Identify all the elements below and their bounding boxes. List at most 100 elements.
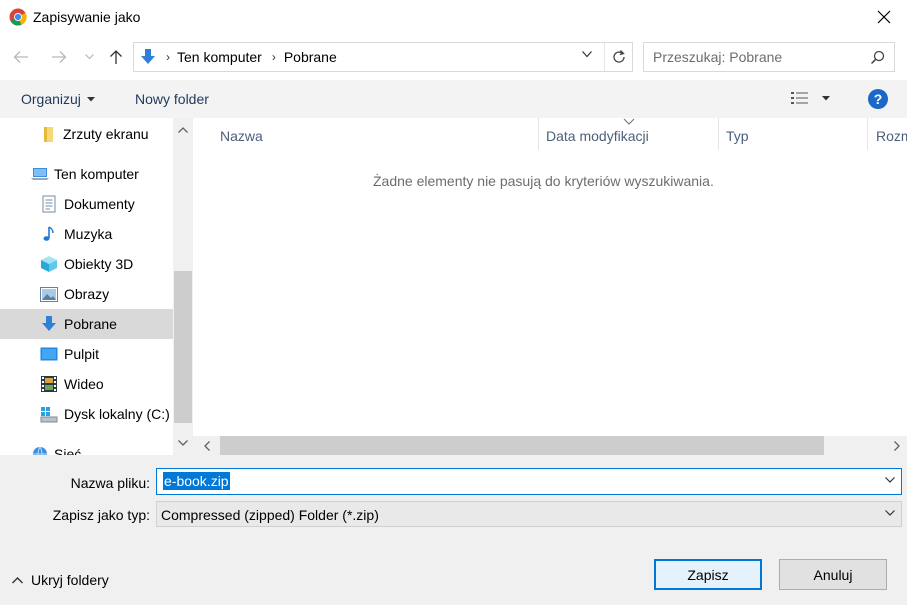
cancel-button[interactable]: Anuluj [779, 559, 887, 590]
new-folder-button[interactable]: Nowy folder [135, 91, 209, 107]
navigation-bar: › Ten komputer › Pobrane [0, 40, 907, 74]
help-button[interactable]: ? [868, 89, 888, 109]
sidebar-item-dokumenty[interactable]: Dokumenty [0, 189, 173, 219]
column-divider[interactable] [718, 118, 719, 150]
chevron-down-icon[interactable] [885, 477, 895, 483]
empty-message: Żadne elementy nie pasują do kryteriów w… [373, 173, 714, 189]
search-input[interactable] [653, 49, 853, 65]
filetype-label: Zapisz jako typ: [52, 507, 150, 523]
scroll-thumb[interactable] [220, 436, 824, 455]
scroll-up-button[interactable] [173, 120, 193, 140]
arrow-right-icon [52, 51, 67, 63]
column-header-data-modyfikacji[interactable]: Data modyfikacji [546, 118, 649, 154]
chevron-down-icon [885, 510, 895, 516]
sidebar-item-zrzuty-ekranu[interactable]: Zrzuty ekranu [0, 119, 173, 149]
column-divider[interactable] [867, 118, 868, 150]
chevron-up-icon [12, 576, 23, 583]
save-button[interactable]: Zapisz [654, 559, 762, 590]
caret-down-icon [822, 95, 830, 100]
breadcrumb-ten-komputer[interactable]: Ten komputer [177, 49, 262, 65]
music-icon [39, 224, 59, 244]
chevron-up-icon [178, 127, 188, 133]
pictures-icon [39, 284, 59, 304]
arrow-left-icon [13, 51, 28, 63]
hide-folders-label: Ukryj foldery [31, 572, 109, 588]
close-icon [877, 10, 891, 23]
file-list[interactable]: Nazwa Data modyfikacji Typ Rozm Żadne el… [193, 118, 907, 436]
back-button[interactable] [10, 46, 32, 68]
scroll-left-button[interactable] [197, 436, 217, 455]
sidebar-item-obiekty-3d[interactable]: Obiekty 3D [0, 249, 173, 279]
column-header-typ[interactable]: Typ [726, 118, 749, 154]
chevron-right-icon [894, 440, 900, 451]
filename-label: Nazwa pliku: [70, 475, 150, 491]
sidebar-item-label: Obiekty 3D [64, 256, 134, 272]
drive-icon [39, 404, 59, 424]
folder-icon [38, 124, 58, 144]
desktop-icon [39, 344, 59, 364]
arrow-up-icon [110, 50, 122, 64]
organize-label: Organizuj [21, 91, 81, 107]
sidebar-item-label: Sieć [54, 446, 82, 455]
breadcrumb-separator-icon: › [166, 50, 170, 64]
sidebar-item-wideo[interactable]: Wideo [0, 369, 173, 399]
navigation-scrollbar[interactable] [173, 118, 193, 455]
chevron-down-icon [178, 440, 188, 446]
forward-button[interactable] [48, 46, 70, 68]
recent-locations-button[interactable] [81, 46, 97, 68]
refresh-button[interactable] [604, 43, 632, 71]
file-list-hscrollbar[interactable] [193, 436, 907, 455]
filename-value[interactable]: e-book.zip [163, 472, 230, 490]
filetype-select[interactable]: Compressed (zipped) Folder (*.zip) [156, 501, 902, 527]
search-box[interactable] [643, 42, 895, 72]
close-button[interactable] [861, 0, 907, 33]
chevron-down-icon [84, 54, 94, 60]
organize-button[interactable]: Organizuj [21, 91, 95, 107]
sidebar-item-label: Dysk lokalny (C:) [64, 406, 170, 422]
filetype-value: Compressed (zipped) Folder (*.zip) [161, 507, 379, 523]
video-icon [39, 374, 59, 394]
change-view-button[interactable] [790, 91, 830, 105]
sidebar-item-muzyka[interactable]: Muzyka [0, 219, 173, 249]
sidebar-item-label: Ten komputer [54, 166, 139, 182]
sidebar-item-label: Pobrane [64, 316, 117, 332]
sidebar-item-label: Dokumenty [64, 196, 135, 212]
title-bar: Zapisywanie jako [0, 0, 907, 33]
sidebar-item-pulpit[interactable]: Pulpit [0, 339, 173, 369]
sidebar-item-obrazy[interactable]: Obrazy [0, 279, 173, 309]
caret-down-icon [86, 96, 95, 101]
objects-3d-icon [39, 254, 59, 274]
sidebar-item-pobrane[interactable]: Pobrane [0, 309, 173, 339]
up-button[interactable] [105, 46, 127, 68]
chevron-down-icon[interactable] [582, 51, 592, 58]
window-title: Zapisywanie jako [33, 9, 141, 25]
sidebar-item-label: Muzyka [64, 226, 113, 242]
column-header-rozmiar[interactable]: Rozm [876, 118, 907, 154]
breadcrumb-separator-icon: › [271, 50, 276, 64]
scroll-down-button[interactable] [173, 433, 193, 453]
scroll-thumb[interactable] [174, 271, 192, 423]
filename-field[interactable]: e-book.zip [156, 468, 902, 495]
sidebar-item-label: Obrazy [64, 286, 110, 302]
network-icon [30, 444, 50, 455]
navigation-pane: Zrzuty ekranu Ten komputer Dokumenty Muz… [0, 118, 173, 455]
breadcrumb-pobrane[interactable]: Pobrane [284, 49, 337, 65]
sidebar-item-dysk-lokalny[interactable]: Dysk lokalny (C:) [0, 399, 173, 429]
save-options-panel: Nazwa pliku: e-book.zip Zapisz jako typ:… [0, 455, 907, 605]
search-icon[interactable] [870, 50, 885, 65]
column-divider[interactable] [538, 118, 539, 150]
column-header-nazwa[interactable]: Nazwa [220, 118, 263, 154]
sidebar-item-siec[interactable]: Sieć [0, 439, 173, 455]
chrome-icon [9, 8, 27, 26]
sidebar-item-label: Zrzuty ekranu [63, 126, 149, 142]
chevron-left-icon [204, 440, 210, 451]
scroll-right-button[interactable] [887, 436, 907, 455]
downloads-icon [39, 314, 59, 334]
details-view-icon [791, 92, 808, 104]
command-bar: Organizuj Nowy folder ? [0, 80, 907, 118]
hide-folders-toggle[interactable]: Ukryj foldery [12, 572, 109, 588]
address-bar[interactable]: › Ten komputer › Pobrane [133, 42, 633, 72]
computer-icon [30, 164, 50, 184]
sidebar-item-ten-komputer[interactable]: Ten komputer [0, 159, 173, 189]
downloads-icon [141, 49, 155, 64]
